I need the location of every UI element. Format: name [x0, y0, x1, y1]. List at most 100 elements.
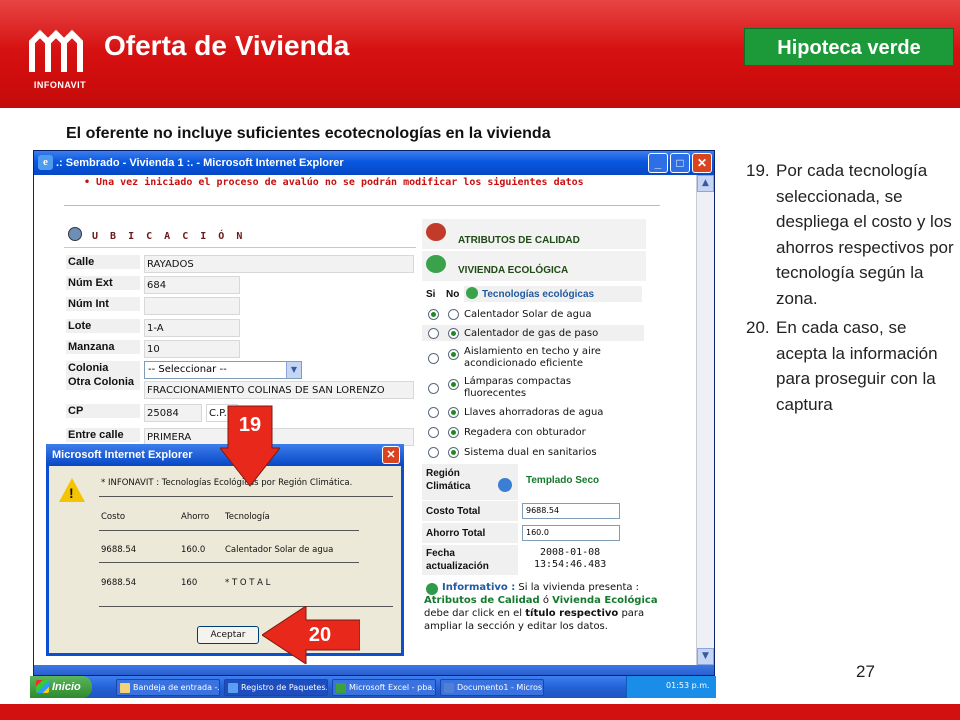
taskbar-item-label: Documento1 - Micros...	[457, 683, 544, 692]
taskbar-item[interactable]: Microsoft Excel - pba...	[332, 679, 436, 696]
location-icon	[68, 227, 82, 241]
accept-button[interactable]: Aceptar	[197, 626, 259, 644]
cp-field: 25084	[144, 404, 202, 422]
info-text: debe dar click en el	[424, 608, 526, 619]
otra-colonia-label: Otra Colonia	[66, 375, 140, 390]
note-20: 20. En cada caso, se acepta la informaci…	[746, 315, 954, 417]
tech-si-radio-2[interactable]	[428, 328, 439, 339]
page-number: 27	[856, 662, 875, 681]
tech-si-radio-7[interactable]	[428, 447, 439, 458]
col-no: No	[446, 289, 460, 300]
ie-statusbar	[34, 665, 714, 675]
dialog-title: Microsoft Internet Explorer	[52, 449, 193, 461]
note-number: 19.	[746, 161, 770, 180]
note-text: En cada caso, se acepta la información p…	[776, 318, 938, 414]
colonia-select[interactable]: -- Seleccionar -- ▼	[144, 361, 302, 379]
note-number: 20.	[746, 318, 770, 337]
logo-text: INFONAVIT	[33, 80, 87, 90]
start-button[interactable]: Inicio	[30, 676, 92, 698]
dialog-close-button[interactable]: ✕	[382, 446, 400, 464]
total-ahorro: 160	[181, 578, 198, 588]
info-label: Informativo :	[442, 582, 516, 593]
notes-list: 19. Por cada tecnología seleccionada, se…	[746, 158, 954, 421]
scroll-up-icon[interactable]: ▲	[697, 175, 714, 192]
tech-si-radio-6[interactable]	[428, 427, 439, 438]
taskbar-item[interactable]: Documento1 - Micros...	[440, 679, 544, 696]
taskbar-item[interactable]: Registro de Paquetes...	[224, 679, 328, 696]
tech-no-radio-1[interactable]	[448, 309, 459, 320]
chevron-down-icon[interactable]: ▼	[286, 362, 301, 378]
entre-calle-label: Entre calle	[66, 428, 140, 442]
location-heading: U B I C A C I Ó N	[92, 231, 246, 242]
tech-si-radio-4[interactable]	[428, 383, 439, 394]
info-text: Si la vivienda presenta :	[515, 582, 640, 593]
footer-band	[0, 704, 960, 720]
taskbar-item-label: Microsoft Excel - pba...	[349, 683, 436, 692]
tech-label: Llaves ahorradoras de agua	[464, 407, 604, 418]
tech-no-radio-6[interactable]	[448, 427, 459, 438]
num-ext-label: Núm Ext	[66, 276, 140, 290]
clock: 01:53 p.m.	[666, 681, 710, 690]
scroll-down-icon[interactable]: ▼	[697, 648, 714, 665]
calle-field: RAYADOS	[144, 255, 414, 273]
callout-number-20: 20	[308, 624, 332, 646]
tech-no-radio-3[interactable]	[448, 349, 459, 360]
calle-label: Calle	[66, 255, 140, 269]
maximize-button[interactable]: □	[670, 153, 690, 173]
ie-titlebar: e .: Sembrado - Vivienda 1 :. - Microsof…	[34, 151, 714, 175]
tech-si-radio-1[interactable]	[428, 309, 439, 320]
ahorro-label: Ahorro Total	[426, 528, 486, 539]
outlook-icon	[120, 683, 130, 693]
ie-icon	[228, 683, 238, 693]
slide: INFONAVIT Oferta de Vivienda Hipoteca ve…	[0, 0, 960, 720]
tech-label: Regadera con obturador	[464, 427, 586, 438]
vertical-scrollbar[interactable]: ▲ ▼	[696, 175, 714, 665]
tech-no-radio-4[interactable]	[448, 379, 459, 390]
word-icon	[444, 683, 454, 693]
start-label: Inicio	[52, 681, 81, 693]
ie-window-title: .: Sembrado - Vivienda 1 :. - Microsoft …	[56, 157, 344, 169]
vivienda-ecologica-title[interactable]: VIVIENDA ECOLÓGICA	[458, 265, 568, 276]
windows-logo-icon	[36, 680, 49, 693]
tech-no-radio-7[interactable]	[448, 447, 459, 458]
total-costo: 9688.54	[101, 578, 137, 588]
info-attr-link: Atributos de Calidad	[424, 595, 540, 606]
col-costo: Costo	[101, 512, 126, 522]
divider	[64, 247, 416, 248]
tech-si-radio-3[interactable]	[428, 353, 439, 364]
tech-heading: Tecnologías ecológicas	[482, 289, 595, 300]
region-label: Región Climática	[426, 468, 471, 492]
tech-label: Calentador Solar de agua	[464, 309, 592, 320]
tech-no-radio-2[interactable]	[448, 328, 459, 339]
row-tecnologia: Calentador Solar de agua	[225, 545, 334, 555]
ie-app-icon: e	[38, 155, 53, 170]
slide-subtitle: El oferente no incluye suficientes ecote…	[66, 125, 551, 142]
page-title: Oferta de Vivienda	[104, 30, 350, 61]
exclamation-icon: !	[69, 485, 74, 501]
taskbar-item-label: Bandeja de entrada -...	[133, 683, 220, 692]
divider	[99, 562, 359, 563]
hipoteca-verde-badge: Hipoteca verde	[744, 28, 954, 66]
info-block: Informativo : Si la vivienda presenta : …	[424, 581, 658, 633]
tech-si-radio-5[interactable]	[428, 407, 439, 418]
colonia-select-value: -- Seleccionar --	[148, 364, 227, 375]
num-ext-field: 684	[144, 276, 240, 294]
atributos-calidad-title[interactable]: ATRIBUTOS DE CALIDAD	[458, 235, 580, 246]
fecha-date: 2008-01-08	[540, 547, 601, 558]
note-text: Por cada tecnología seleccionada, se des…	[776, 161, 954, 308]
info-text: ó	[539, 595, 553, 606]
windows-taskbar: Inicio Bandeja de entrada -... Registro …	[30, 676, 716, 698]
info-title: título respectivo	[525, 608, 619, 619]
num-int-label: Núm Int	[66, 297, 140, 311]
close-button[interactable]: ✕	[692, 153, 712, 173]
taskbar-item-label: Registro de Paquetes...	[241, 683, 328, 692]
callout-number-19: 19	[238, 414, 262, 436]
ahorro-total-field: 160.0	[522, 525, 620, 541]
globe-icon	[498, 478, 512, 492]
tech-label: Sistema dual en sanitarios	[464, 447, 597, 458]
costo-label: Costo Total	[426, 506, 481, 517]
row-ahorro: 160.0	[181, 545, 206, 555]
taskbar-item[interactable]: Bandeja de entrada -...	[116, 679, 220, 696]
minimize-button[interactable]: _	[648, 153, 668, 173]
tech-no-radio-5[interactable]	[448, 407, 459, 418]
